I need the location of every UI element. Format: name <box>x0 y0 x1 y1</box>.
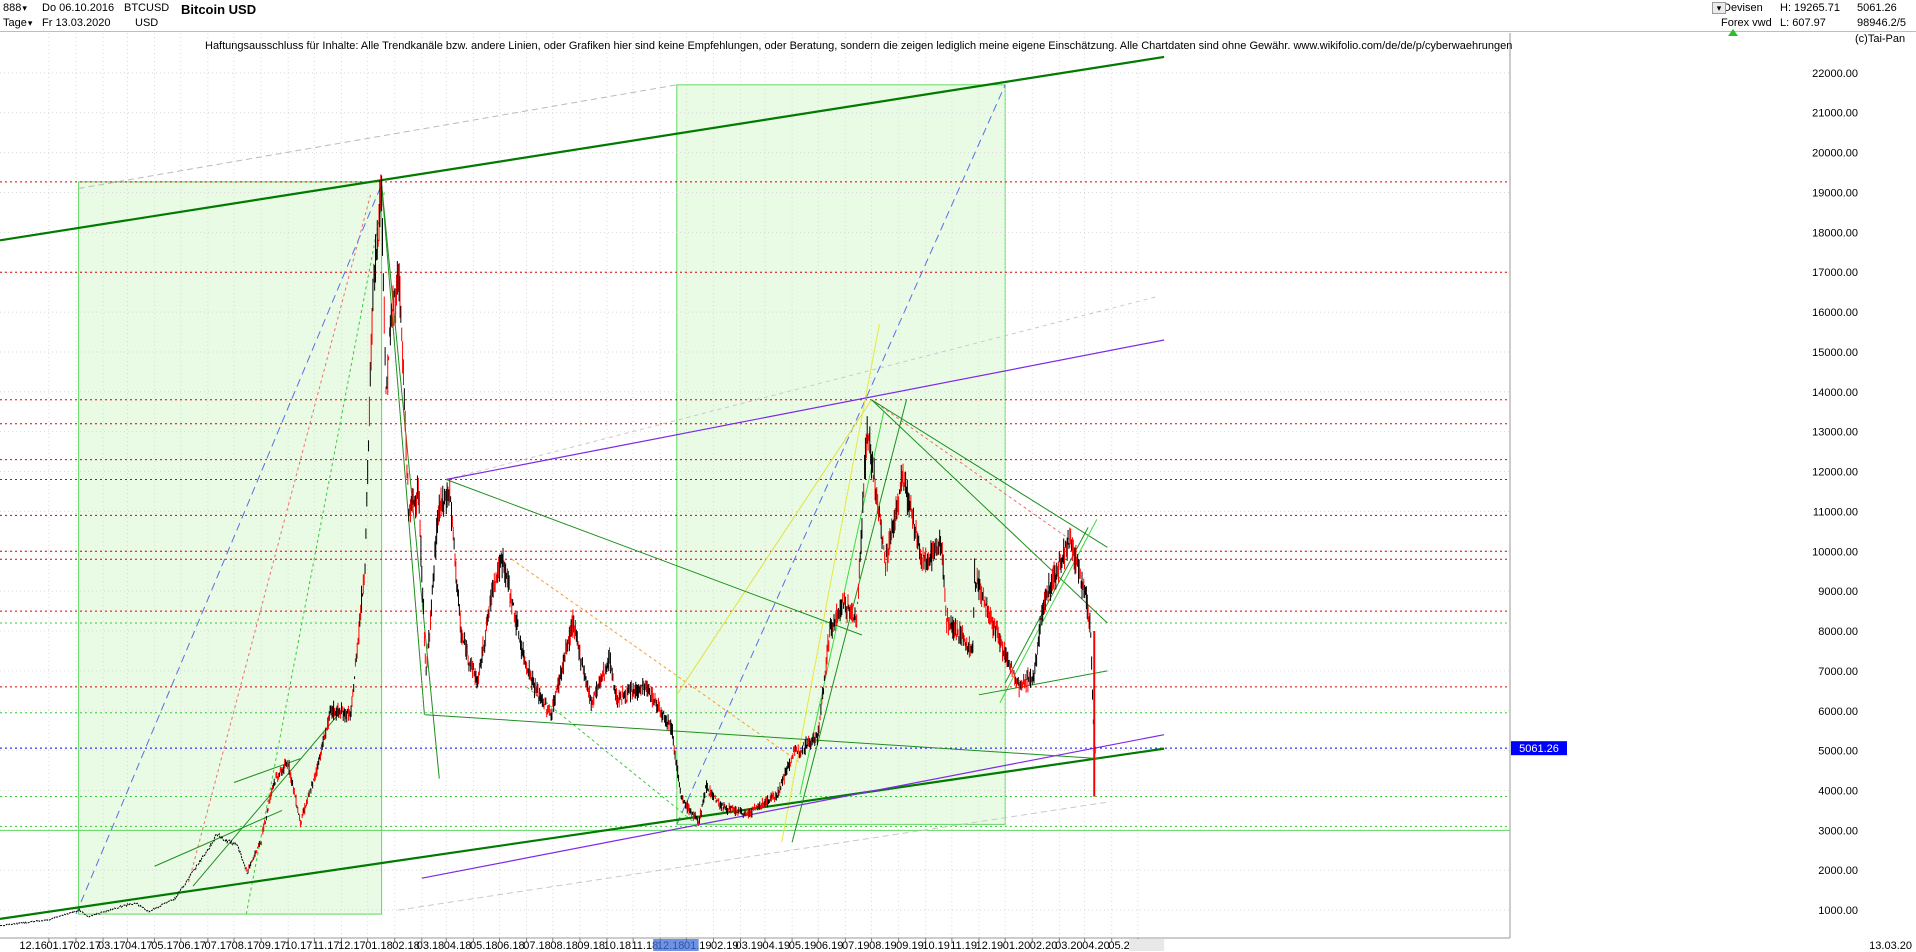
copyright-label: (c)Tai-Pan <box>1855 33 1906 45</box>
volume-value: 98946.2/5 <box>1857 17 1906 29</box>
x-tick-label: 09.18 <box>577 940 605 952</box>
guide-dashed <box>526 686 695 823</box>
header-bar <box>0 0 1916 32</box>
y-tick-label: 16000.00 <box>1812 307 1858 319</box>
x-tick-label: 03.18 <box>417 940 445 952</box>
x-tick-label: 10.17 <box>285 940 313 952</box>
x-tick-label: 11.17 <box>313 940 340 952</box>
y-tick-label: 11000.00 <box>1813 506 1858 518</box>
chart-title: Bitcoin USD <box>181 2 257 17</box>
dropdown-arrow-icon[interactable]: ▾ <box>1712 2 1726 14</box>
x-tick-label: 12.17 <box>338 940 366 952</box>
low-label: L: 607.97 <box>1780 17 1826 29</box>
trend-line <box>381 184 425 715</box>
x-tick-label: 09.17 <box>259 940 287 952</box>
x-tick-label: 01.20 <box>1003 940 1031 952</box>
x-tick-label: 06.18 <box>497 940 525 952</box>
price-chart[interactable]: 1000.00 2000.00 3000.00 4000.00 5000.00 6000.… <box>0 0 1916 952</box>
x-tick-label: 03.19 <box>735 940 763 952</box>
y-tick-label: 22000.00 <box>1812 68 1858 80</box>
y-tick-label: 14000.00 <box>1812 387 1858 399</box>
x-axis-highlight <box>653 939 699 951</box>
y-tick-label: 13000.00 <box>1812 427 1858 439</box>
x-tick-label: 03.20 <box>1055 940 1083 952</box>
y-tick-label: 10000.00 <box>1812 546 1858 558</box>
x-tick-label: 03.17 <box>98 940 126 952</box>
x-tick-label: 02.18 <box>392 940 420 952</box>
x-axis-future <box>1129 939 1165 951</box>
x-tick-label: 04.20 <box>1082 940 1110 952</box>
x-tick-label: 04.19 <box>763 940 791 952</box>
x-range-label: 13.03.20 <box>1869 940 1912 952</box>
y-tick-label: 6000.00 <box>1818 706 1858 718</box>
x-tick-label: 04.18 <box>444 940 472 952</box>
zones-layer <box>78 84 1006 915</box>
y-tick-label: 2000.00 <box>1818 865 1858 877</box>
x-tick-label: 07.19 <box>842 940 870 952</box>
x-tick-label: 11.19 <box>950 940 977 952</box>
x-tick-label: 05.17 <box>151 940 179 952</box>
high-label: H: 19265.71 <box>1780 2 1840 14</box>
end-date[interactable]: Fr 13.03.2020 <box>42 17 111 30</box>
x-tick-label: 08.19 <box>869 940 897 952</box>
trend-line <box>381 184 440 779</box>
y-tick-label: 4000.00 <box>1818 785 1858 797</box>
x-tick-label: 05.18 <box>470 940 498 952</box>
x-tick-label: 02.20 <box>1030 940 1058 952</box>
y-tick-label: 8000.00 <box>1818 626 1858 638</box>
y-tick-label: 18000.00 <box>1812 227 1858 239</box>
disclaimer-text: Haftungsausschluss für Inhalte: Alle Tre… <box>205 40 1513 52</box>
guide-dashed <box>78 84 677 189</box>
y-tick-label: 5000.00 <box>1818 746 1858 758</box>
x-tick-label: 08.18 <box>550 940 578 952</box>
x-tick-label: 09.19 <box>896 940 924 952</box>
x-tick-label: 06.19 <box>816 940 844 952</box>
interval-dropdown[interactable]: Tage <box>3 17 32 30</box>
price-marker-label: 5061.26 <box>1519 743 1559 755</box>
symbol-label: BTCUSD <box>124 2 170 14</box>
x-tick-label: 12.19 <box>976 940 1004 952</box>
x-tick-label: 02.19 <box>711 940 739 952</box>
x-tick-label: 01.17 <box>46 940 74 952</box>
y-tick-label: 20000.00 <box>1812 148 1858 160</box>
x-tick-label: 10.19 <box>922 940 950 952</box>
x-tick-label: 04.17 <box>125 940 153 952</box>
x-tick-label: 05.19 <box>789 940 817 952</box>
y-tick-label: 21000.00 <box>1812 108 1858 120</box>
x-tick-label: 01.18 <box>365 940 393 952</box>
y-tick-label: 3000.00 <box>1818 825 1858 837</box>
up-arrow-icon <box>1728 29 1738 36</box>
x-tick-label: 07.17 <box>205 940 233 952</box>
symbol-code-dropdown[interactable]: 888 <box>3 2 27 15</box>
x-tick-label: 08.17 <box>232 940 260 952</box>
y-tick-label: 12000.00 <box>1812 467 1858 479</box>
y-tick-label: 19000.00 <box>1812 187 1858 199</box>
y-tick-label: 9000.00 <box>1818 586 1858 598</box>
x-tick-label: 07.18 <box>523 940 551 952</box>
y-tick-label: 7000.00 <box>1818 666 1858 678</box>
y-tick-label: 15000.00 <box>1812 347 1858 359</box>
currency-label: USD <box>135 17 159 29</box>
x-tick-label: 10.18 <box>604 940 632 952</box>
x-tick-label: 12.16 <box>19 940 47 952</box>
start-date[interactable]: Do 06.10.2016 <box>42 2 114 15</box>
y-tick-label: 1000.00 <box>1818 905 1858 917</box>
zone-box <box>78 181 383 915</box>
last-value: 5061.26 <box>1857 2 1897 14</box>
y-tick-label: 17000.00 <box>1812 267 1858 279</box>
market-label: Devisen <box>1723 2 1763 14</box>
x-tick-label: 06.17 <box>178 940 206 952</box>
x-tick-label: 02.17 <box>74 940 102 952</box>
